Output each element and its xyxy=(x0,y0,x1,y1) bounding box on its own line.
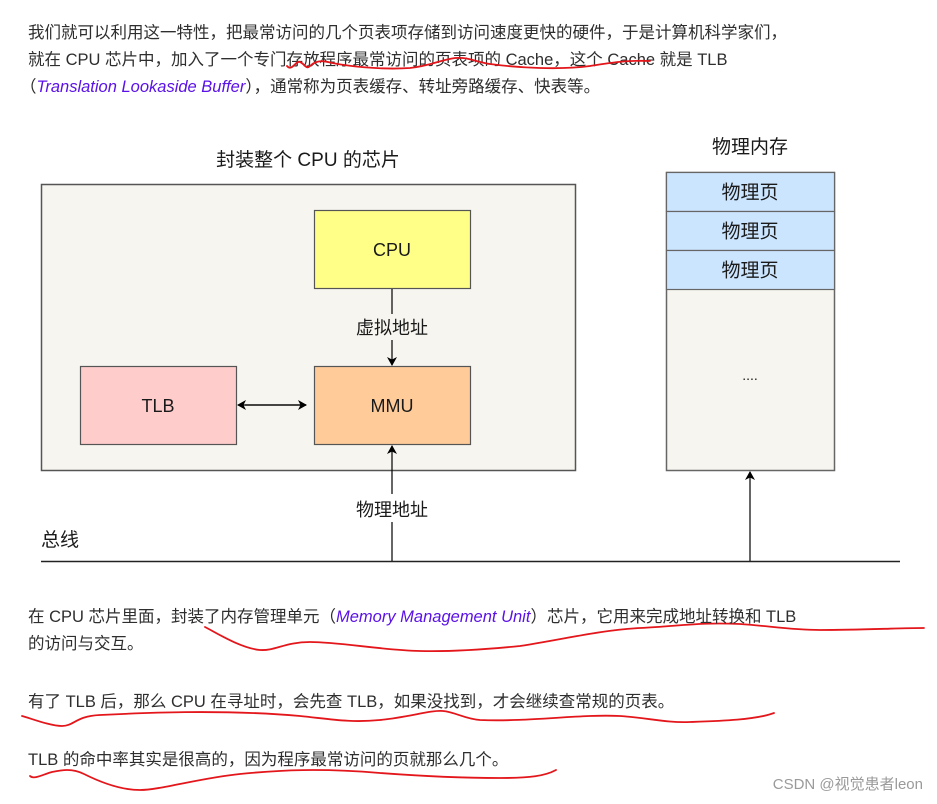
mmu-paragraph: 在 CPU 芯片里面，封装了内存管理单元（Memory Management U… xyxy=(28,604,796,658)
physical-address-label: 物理地址 xyxy=(356,500,428,520)
virtual-address-label: 虚拟地址 xyxy=(356,318,428,338)
memory-title: 物理内存 xyxy=(712,136,788,158)
memory-ellipsis: .... xyxy=(742,367,758,383)
csdn-watermark: CSDN @视觉患者leon xyxy=(772,776,923,793)
tlb-lookup-paragraph: 有了 TLB 后，那么 CPU 在寻址时，会先查 TLB，如果没找到，才会继续查… xyxy=(28,693,675,711)
mmu-line-1-suffix: ）芯片，它用来完成地址转换和 TLB xyxy=(530,608,797,626)
mmu-line-2: 的访问与交互。 xyxy=(28,635,144,653)
mmu-line-1: 在 CPU 芯片里面，封装了内存管理单元（Memory Management U… xyxy=(28,604,796,631)
mmu-term: Memory Management Unit xyxy=(336,608,531,626)
bus-label: 总线 xyxy=(41,529,79,551)
memory-pages: 物理页物理页物理页 xyxy=(665,171,836,291)
tlb-label: TLB xyxy=(141,396,174,416)
mmu-line-1-prefix: 在 CPU 芯片里面，封装了内存管理单元（ xyxy=(28,608,337,626)
underline-annotation-1 xyxy=(286,56,651,70)
cpu-label: CPU xyxy=(373,240,411,260)
mmu-label: MMU xyxy=(371,396,414,416)
chip-title: 封装整个 CPU 的芯片 xyxy=(216,149,400,171)
tlb-hit-rate-paragraph: TLB 的命中率其实是很高的，因为程序最常访问的页就那么几个。 xyxy=(28,751,509,769)
physical-page-label: 物理页 xyxy=(721,221,778,243)
physical-page-label: 物理页 xyxy=(721,260,778,282)
tlb-diagram: 封装整个 CPU 的芯片 CPU MMU TLB 虚拟地址 物理地址 物理内存 … xyxy=(21,56,925,791)
physical-page-label: 物理页 xyxy=(721,182,778,204)
